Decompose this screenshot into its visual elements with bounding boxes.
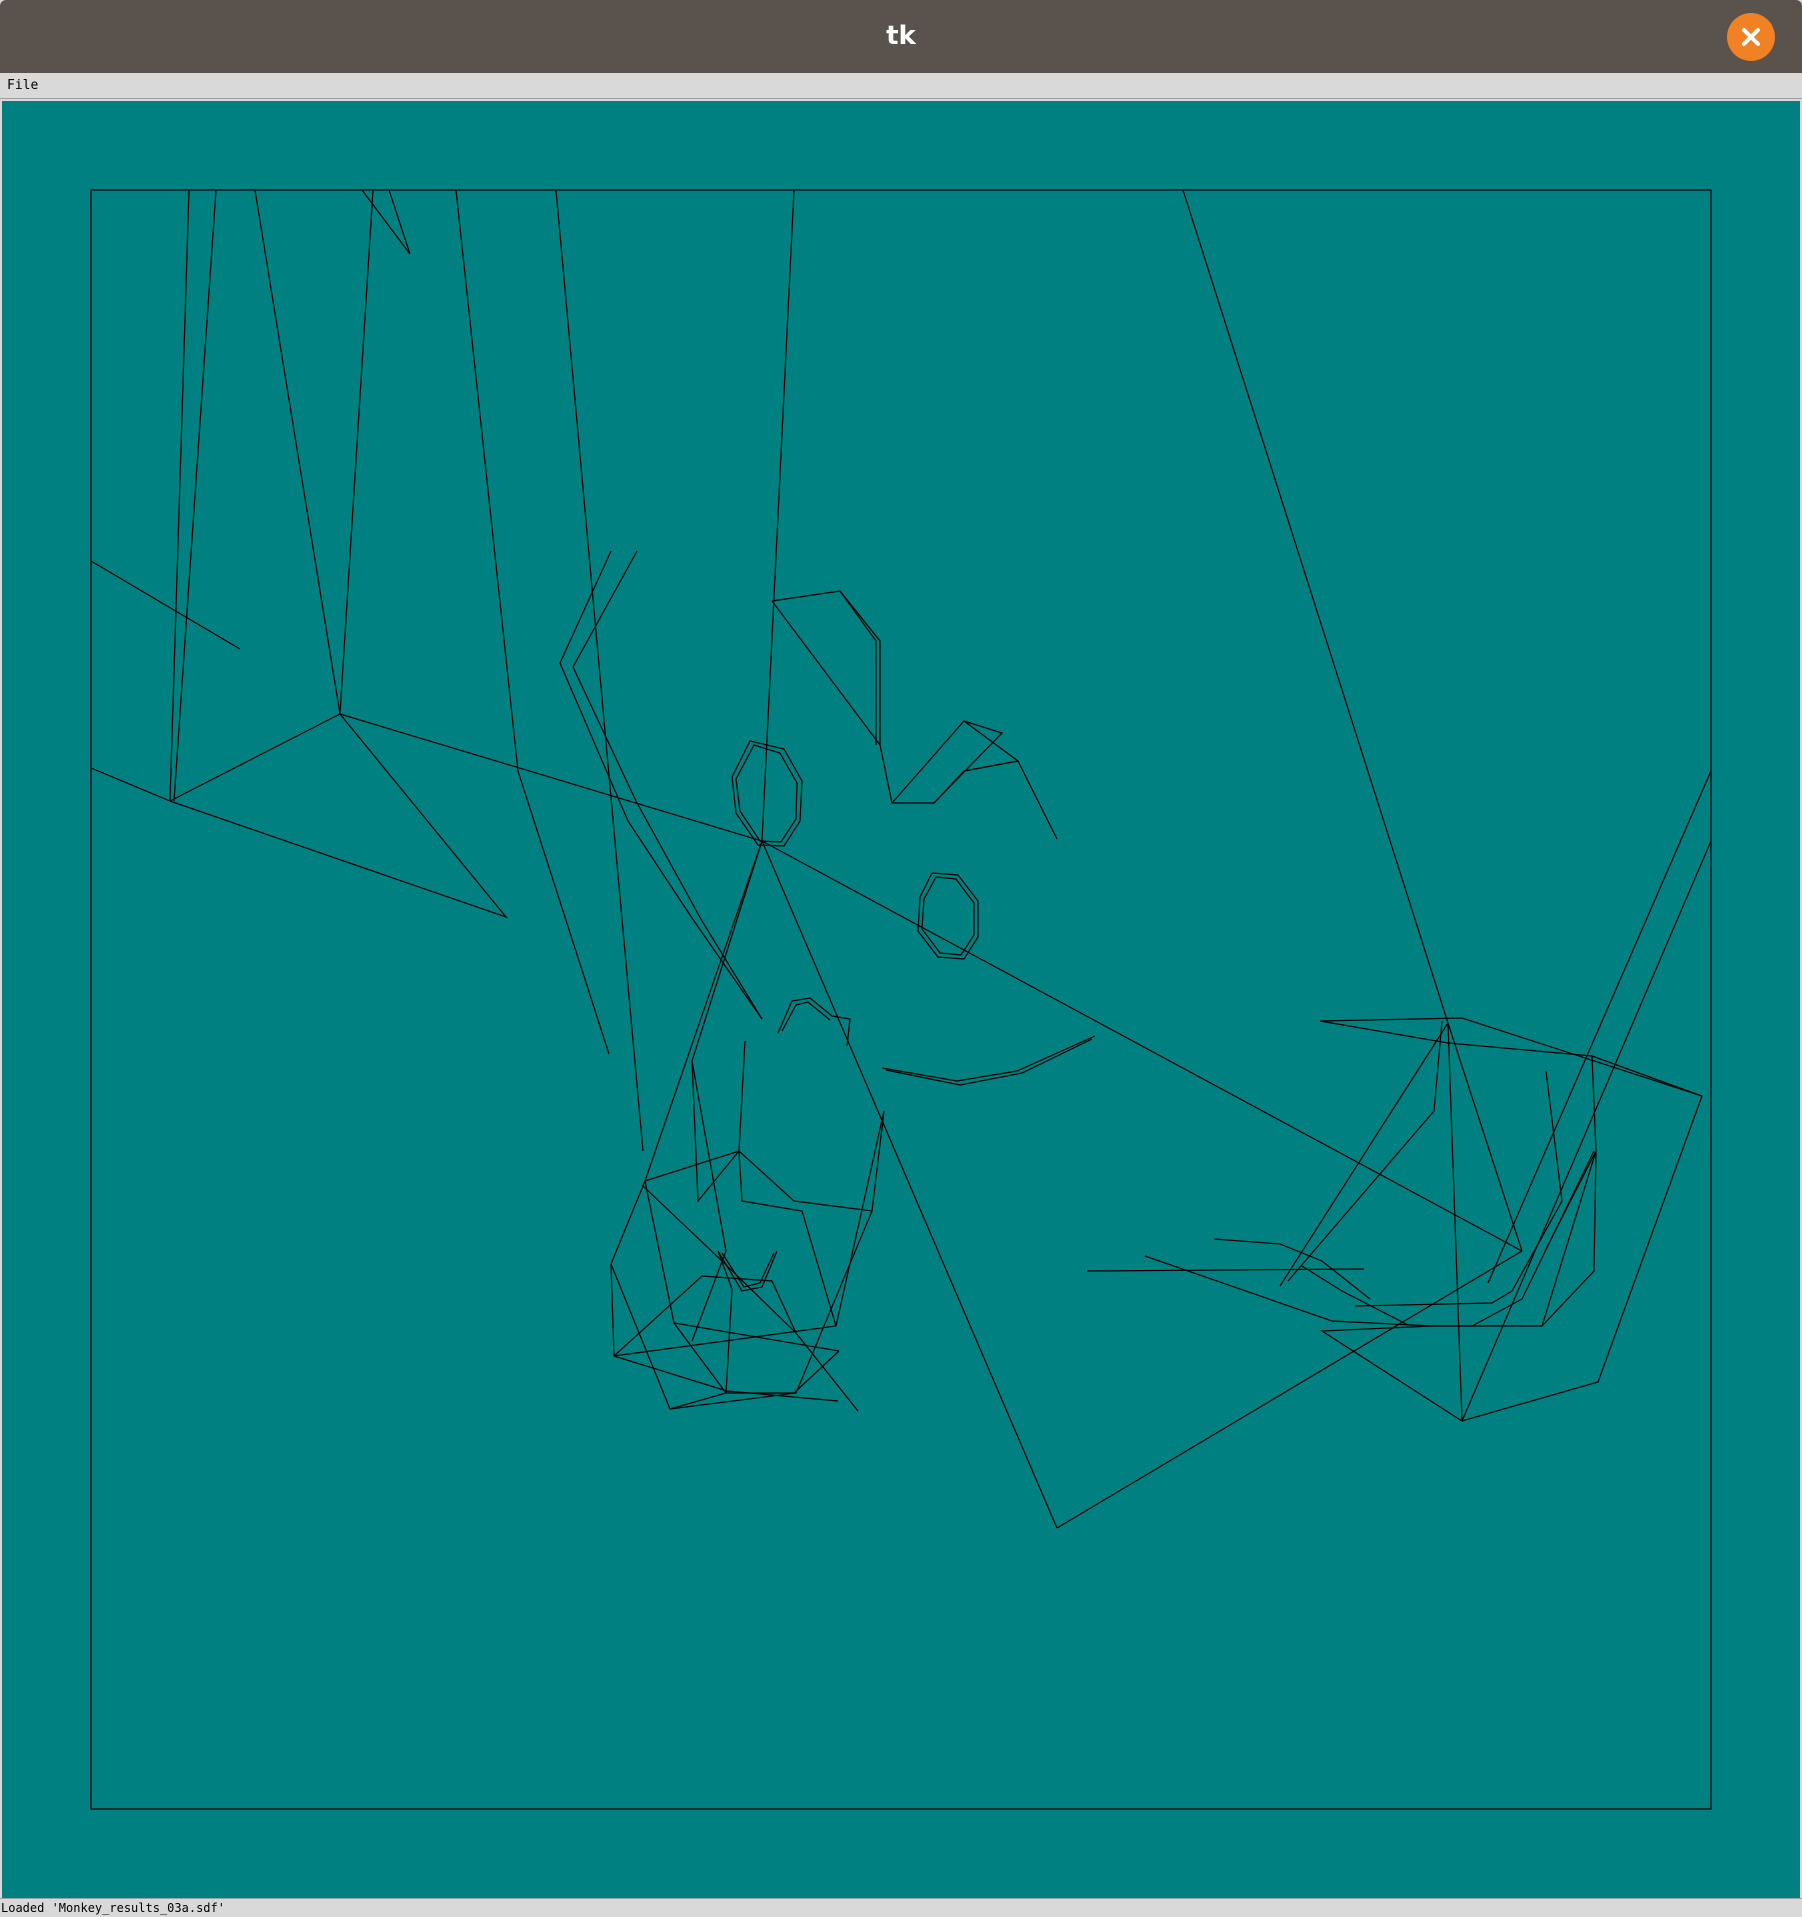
mesh-edge (691, 1060, 740, 1203)
mesh-edge (1447, 1022, 1463, 1422)
mesh-edge (691, 840, 763, 1062)
mesh-edge (891, 720, 1004, 804)
mesh-edge (339, 713, 1523, 1252)
mesh-edge (1354, 1290, 1513, 1307)
mesh-edge (738, 1040, 746, 1152)
mesh-edge (691, 1060, 727, 1342)
mesh-edge (921, 876, 975, 956)
mesh-edge (169, 189, 190, 802)
mesh-edge (771, 600, 881, 746)
viewport-frame (90, 189, 1712, 1810)
mesh-edge (1056, 1250, 1523, 1529)
status-message: Loaded 'Monkey_results_03a.sdf' (1, 1901, 225, 1915)
mesh-edge (173, 189, 217, 802)
menu-file[interactable]: File (3, 76, 42, 96)
mesh-edge (559, 550, 763, 1020)
mesh-edge (1279, 1022, 1449, 1287)
mesh-edge (1432, 1150, 1595, 1327)
mesh-edge (254, 189, 341, 715)
mesh-edge (1319, 1020, 1703, 1097)
mesh-edge (885, 1038, 1093, 1086)
app-window: tk File Loaded 'Monkey_results_03a.sdf' (0, 0, 1802, 1917)
mesh-edge (717, 1250, 733, 1394)
mesh-edge (90, 560, 241, 650)
mesh-edge (731, 740, 803, 847)
mesh-edge (669, 1392, 727, 1410)
window-title: tk (886, 21, 916, 51)
mesh-edge (738, 1150, 837, 1327)
mesh-edge (339, 189, 374, 715)
mesh-edge (1511, 1070, 1563, 1292)
mesh-edge (1287, 1020, 1443, 1282)
mesh-edge (572, 550, 763, 1020)
mesh-edge (881, 1035, 1096, 1082)
title-bar[interactable]: tk (0, 0, 1802, 73)
mesh-edge (1182, 189, 1449, 1024)
mesh-edge (1461, 840, 1712, 1422)
mesh-edge (771, 590, 1058, 840)
wireframe-drawing (90, 189, 1712, 1810)
mesh-edge (641, 1184, 859, 1412)
mesh-edge (917, 872, 979, 960)
mesh-edge (644, 840, 763, 1182)
mesh-edge (455, 189, 610, 1055)
mesh-edge (613, 1355, 839, 1402)
menu-bar: File (0, 73, 1802, 99)
drawing-canvas[interactable] (2, 101, 1800, 1898)
mesh-edge (555, 189, 644, 1152)
mesh-edge (644, 1180, 840, 1352)
close-button[interactable] (1727, 13, 1775, 61)
mesh-edge (761, 840, 1058, 1529)
mesh-edge (610, 1110, 885, 1357)
mesh-edge (761, 189, 795, 842)
mesh-edge (1319, 1017, 1703, 1422)
mesh-edge (1487, 770, 1712, 1284)
close-icon (1742, 28, 1760, 46)
mesh-edge (90, 713, 508, 919)
mesh-edge (1086, 1268, 1365, 1272)
status-bar: Loaded 'Monkey_results_03a.sdf' (0, 1898, 1802, 1917)
